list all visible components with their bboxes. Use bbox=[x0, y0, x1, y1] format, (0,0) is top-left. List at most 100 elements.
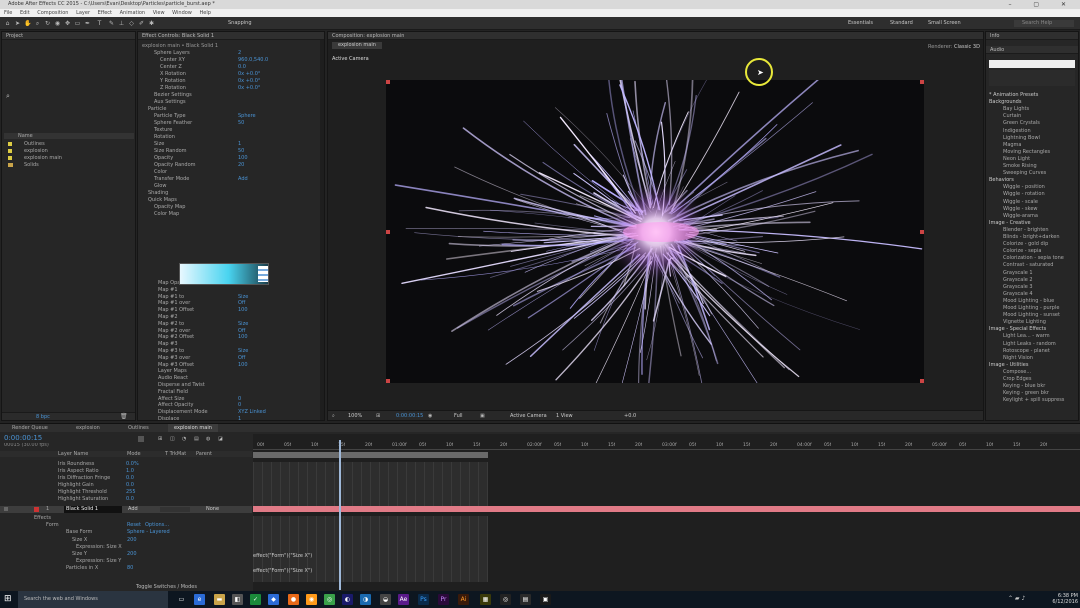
effect-row[interactable]: Effects bbox=[34, 515, 250, 521]
effects-preset-item[interactable]: Grayscale 3 bbox=[1003, 284, 1078, 290]
system-tray-icons[interactable]: ⌃ ▰ ♪ bbox=[1008, 595, 1025, 602]
rotate-tool-icon[interactable]: ↻ bbox=[44, 20, 51, 27]
list-item[interactable]: explosion main bbox=[4, 155, 134, 161]
effect-value[interactable]: 200 bbox=[127, 551, 137, 557]
effect-property-row[interactable]: Z Rotation 0x +0.0° bbox=[160, 85, 324, 91]
effect-property-row[interactable]: Map #1 over Off bbox=[158, 300, 318, 306]
task-view-icon[interactable]: ▭ bbox=[176, 594, 187, 605]
list-item[interactable]: Solids bbox=[4, 162, 134, 168]
exposure-value[interactable]: +0.0 bbox=[624, 413, 636, 419]
effects-preset-item[interactable]: Rotoscope - planet bbox=[1003, 348, 1078, 354]
property-value[interactable]: 0.0 bbox=[238, 64, 246, 70]
col-layer-name[interactable]: Layer Name bbox=[58, 451, 88, 457]
brush-tool-icon[interactable]: ✎ bbox=[108, 20, 115, 27]
effects-preset-item[interactable]: Keying - green bkr bbox=[1003, 390, 1078, 396]
app-icon[interactable]: ▦ bbox=[480, 594, 491, 605]
toggle-switches-modes[interactable]: Toggle Switches / Modes bbox=[136, 584, 197, 590]
property-value[interactable]: 0.0% bbox=[126, 461, 139, 467]
effect-property-row[interactable]: Sphere Feather 50 bbox=[154, 120, 324, 126]
taskbar-search-input[interactable]: Search the web and Windows bbox=[18, 591, 168, 608]
effects-preset-item[interactable]: Blender - brighten bbox=[1003, 227, 1078, 233]
effect-property-row[interactable]: Y Rotation 0x +0.0° bbox=[160, 78, 324, 84]
composition-viewer[interactable] bbox=[386, 80, 924, 383]
effects-preset-item[interactable]: Colorize - gold dip bbox=[1003, 241, 1078, 247]
effect-property-row[interactable]: Color bbox=[154, 169, 324, 175]
app-icon[interactable]: ◆ bbox=[268, 594, 279, 605]
app-icon[interactable]: ◒ bbox=[380, 594, 391, 605]
effect-row[interactable]: Particles in X 80 bbox=[66, 565, 250, 571]
effect-property-row[interactable]: Map #2 Offset 100 bbox=[158, 334, 318, 340]
pan-behind-tool-icon[interactable]: ✥ bbox=[64, 20, 71, 27]
snapping-label[interactable]: Snapping bbox=[228, 20, 252, 27]
effect-property-row[interactable]: Shading bbox=[148, 190, 318, 196]
visibility-icon[interactable] bbox=[4, 507, 8, 511]
property-value[interactable]: Size bbox=[238, 348, 248, 354]
property-value[interactable]: XYZ Linked bbox=[238, 409, 266, 415]
label-color-icon[interactable] bbox=[34, 507, 39, 512]
effect-property-row[interactable]: Affect Size 0 bbox=[158, 396, 318, 402]
property-value[interactable]: 20 bbox=[238, 162, 244, 168]
col-parent[interactable]: Parent bbox=[196, 451, 212, 457]
list-item[interactable]: Outlines bbox=[4, 141, 134, 147]
pen-tool-icon[interactable]: ✒ bbox=[84, 20, 91, 27]
effect-value[interactable]: 80 bbox=[127, 565, 133, 571]
file-explorer-icon[interactable]: ▬ bbox=[214, 594, 225, 605]
bit-depth-button[interactable]: 8 bpc bbox=[36, 414, 50, 420]
camera-tool-icon[interactable]: ◉ bbox=[54, 20, 61, 27]
effect-row[interactable]: Size X 200 bbox=[72, 537, 250, 543]
effects-preset-item[interactable]: Grayscale 1 bbox=[1003, 270, 1078, 276]
effects-preset-item[interactable]: Keylight + spill suppress bbox=[1003, 397, 1078, 403]
effect-property-row[interactable]: Map #2 bbox=[158, 314, 318, 320]
effects-preset-item[interactable]: Colorize - sepia bbox=[1003, 248, 1078, 254]
effect-property-row[interactable]: Bezier Settings bbox=[154, 92, 324, 98]
motion-blur-icon[interactable]: ◍ bbox=[206, 436, 210, 442]
effect-property-row[interactable]: Size Random 50 bbox=[154, 148, 324, 154]
current-time[interactable]: 0:00:00:15 bbox=[396, 413, 423, 419]
effects-preset-item[interactable]: Mood Lighting - purple bbox=[1003, 305, 1078, 311]
expression-text-2[interactable]: effect("Form")("Size X") bbox=[253, 568, 312, 574]
menu-file[interactable]: File bbox=[4, 10, 12, 16]
eraser-tool-icon[interactable]: ◇ bbox=[128, 20, 135, 27]
property-value[interactable]: 0.0 bbox=[126, 475, 134, 481]
menu-composition[interactable]: Composition bbox=[37, 10, 68, 16]
draft-3d-icon[interactable]: ◫ bbox=[170, 436, 175, 442]
expression-text-1[interactable]: effect("Form")("Size X") bbox=[253, 553, 312, 559]
effect-property-row[interactable]: Map #1 to Size bbox=[158, 294, 318, 300]
effects-preset-item[interactable]: Green Crystals bbox=[1003, 120, 1078, 126]
effects-preset-item[interactable]: Bay Lights bbox=[1003, 106, 1078, 112]
grid-icon[interactable]: ⊞ bbox=[376, 413, 380, 419]
timeline-property-row[interactable]: Highlight Gain 0.0 bbox=[58, 482, 248, 488]
effect-property-row[interactable]: Sphere Layers 2 bbox=[154, 50, 324, 56]
property-value[interactable]: 1 bbox=[238, 141, 241, 147]
clone-tool-icon[interactable]: ⊥ bbox=[118, 20, 125, 27]
trash-icon[interactable]: 🗑 bbox=[120, 413, 128, 420]
resolution-select[interactable]: Full bbox=[454, 413, 463, 419]
magnifier-icon[interactable]: ⌕ bbox=[332, 413, 335, 419]
effect-row[interactable]: Expression: Size X bbox=[76, 544, 250, 550]
home-icon[interactable]: ⌂ bbox=[4, 20, 11, 27]
workspace-essentials[interactable]: Essentials bbox=[848, 20, 873, 27]
zoom-tool-icon[interactable]: ⌕ bbox=[34, 20, 41, 27]
effects-preset-item[interactable]: Wiggle-arama bbox=[1003, 213, 1078, 219]
effects-preset-item[interactable]: Grayscale 2 bbox=[1003, 277, 1078, 283]
menu-edit[interactable]: Edit bbox=[20, 10, 30, 16]
effects-search-input[interactable] bbox=[989, 60, 1075, 68]
effect-property-row[interactable]: Map #3 to Size bbox=[158, 348, 318, 354]
app-icon[interactable]: ✓ bbox=[250, 594, 261, 605]
edge-browser-icon[interactable]: e bbox=[194, 594, 205, 605]
camera-select[interactable]: Active Camera bbox=[510, 413, 547, 419]
effect-property-row[interactable]: Map #3 Offset 100 bbox=[158, 362, 318, 368]
effect-property-row[interactable]: Texture bbox=[154, 127, 324, 133]
menu-view[interactable]: View bbox=[153, 10, 165, 16]
current-time-indicator[interactable] bbox=[339, 440, 341, 590]
effects-category[interactable]: Backgrounds bbox=[989, 99, 1077, 105]
tab-explosion-main[interactable]: explosion main bbox=[332, 42, 382, 49]
app-icon[interactable]: ◐ bbox=[342, 594, 353, 605]
graph-editor-icon[interactable]: ◪ bbox=[218, 436, 223, 442]
effect-property-row[interactable]: Glow bbox=[154, 183, 324, 189]
app-icon[interactable]: ▣ bbox=[540, 594, 551, 605]
effect-property-row[interactable]: Fractal Field bbox=[158, 389, 318, 395]
effect-property-row[interactable]: X Rotation 0x +0.0° bbox=[160, 71, 324, 77]
effects-preset-item[interactable]: Colorization - sepia tone bbox=[1003, 255, 1078, 261]
property-value[interactable]: 960.0,540.0 bbox=[238, 57, 268, 63]
